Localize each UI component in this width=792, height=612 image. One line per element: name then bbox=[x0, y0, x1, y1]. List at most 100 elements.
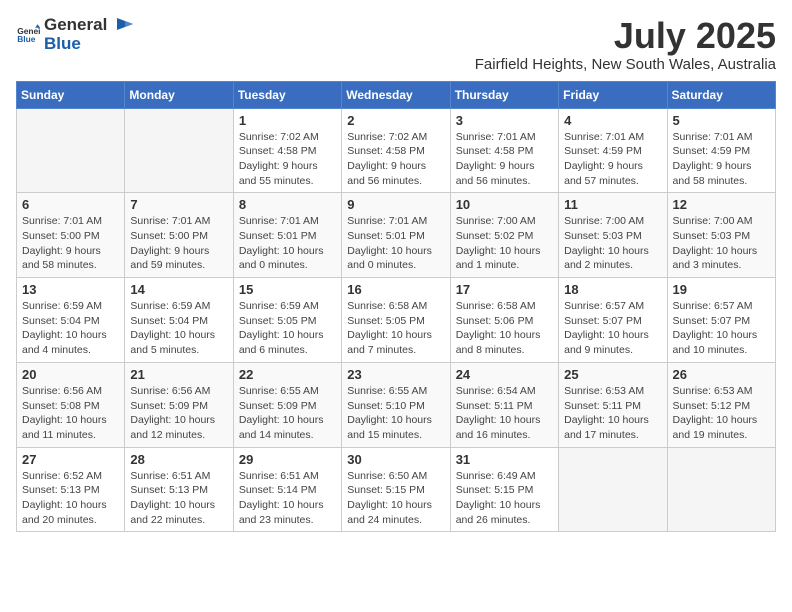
day-info: Sunrise: 6:51 AM Sunset: 5:14 PM Dayligh… bbox=[239, 469, 336, 528]
weekday-header-tuesday: Tuesday bbox=[233, 81, 341, 108]
location-title: Fairfield Heights, New South Wales, Aust… bbox=[475, 56, 776, 73]
day-info: Sunrise: 6:57 AM Sunset: 5:07 PM Dayligh… bbox=[673, 299, 770, 358]
day-number: 28 bbox=[130, 452, 227, 467]
day-number: 29 bbox=[239, 452, 336, 467]
day-info: Sunrise: 6:56 AM Sunset: 5:09 PM Dayligh… bbox=[130, 384, 227, 443]
day-info: Sunrise: 6:58 AM Sunset: 5:05 PM Dayligh… bbox=[347, 299, 444, 358]
day-info: Sunrise: 7:01 AM Sunset: 5:00 PM Dayligh… bbox=[22, 214, 119, 273]
calendar-cell: 27Sunrise: 6:52 AM Sunset: 5:13 PM Dayli… bbox=[17, 447, 125, 532]
weekday-header-row: SundayMondayTuesdayWednesdayThursdayFrid… bbox=[17, 81, 776, 108]
day-info: Sunrise: 7:00 AM Sunset: 5:02 PM Dayligh… bbox=[456, 214, 553, 273]
day-info: Sunrise: 7:01 AM Sunset: 5:00 PM Dayligh… bbox=[130, 214, 227, 273]
calendar-cell: 30Sunrise: 6:50 AM Sunset: 5:15 PM Dayli… bbox=[342, 447, 450, 532]
day-info: Sunrise: 6:57 AM Sunset: 5:07 PM Dayligh… bbox=[564, 299, 661, 358]
day-info: Sunrise: 6:54 AM Sunset: 5:11 PM Dayligh… bbox=[456, 384, 553, 443]
day-number: 24 bbox=[456, 367, 553, 382]
day-number: 9 bbox=[347, 197, 444, 212]
calendar-cell: 5Sunrise: 7:01 AM Sunset: 4:59 PM Daylig… bbox=[667, 108, 775, 193]
page-header: General Blue General Blue July 2025 Fair… bbox=[16, 16, 776, 73]
logo-blue-text: Blue bbox=[44, 35, 107, 54]
calendar-cell: 14Sunrise: 6:59 AM Sunset: 5:04 PM Dayli… bbox=[125, 278, 233, 363]
calendar-cell: 18 Sunrise: 6:57 AM Sunset: 5:07 PM Dayli… bbox=[559, 278, 667, 363]
day-info: Sunrise: 6:59 AM Sunset: 5:05 PM Dayligh… bbox=[239, 299, 336, 358]
day-number: 2 bbox=[347, 113, 444, 128]
day-info: Sunrise: 7:01 AM Sunset: 4:58 PM Dayligh… bbox=[456, 130, 553, 189]
day-number: 10 bbox=[456, 197, 553, 212]
logo: General Blue General Blue bbox=[16, 16, 135, 53]
day-info: Sunrise: 7:00 AM Sunset: 5:03 PM Dayligh… bbox=[564, 214, 661, 273]
flag-icon bbox=[115, 16, 135, 36]
calendar-cell: 26Sunrise: 6:53 AM Sunset: 5:12 PM Dayli… bbox=[667, 362, 775, 447]
logo-general-text: General bbox=[44, 16, 107, 35]
day-number: 13 bbox=[22, 282, 119, 297]
calendar-cell: 15 Sunrise: 6:59 AM Sunset: 5:05 PM Dayli… bbox=[233, 278, 341, 363]
calendar-cell: 10 Sunrise: 7:00 AM Sunset: 5:02 PM Dayli… bbox=[450, 193, 558, 278]
day-info: Sunrise: 7:00 AM Sunset: 5:03 PM Dayligh… bbox=[673, 214, 770, 273]
calendar-cell bbox=[667, 447, 775, 532]
day-number: 6 bbox=[22, 197, 119, 212]
day-number: 22 bbox=[239, 367, 336, 382]
day-number: 18 bbox=[564, 282, 661, 297]
calendar-cell: 11Sunrise: 7:00 AM Sunset: 5:03 PM Dayli… bbox=[559, 193, 667, 278]
day-info: Sunrise: 6:55 AM Sunset: 5:09 PM Dayligh… bbox=[239, 384, 336, 443]
day-number: 3 bbox=[456, 113, 553, 128]
day-number: 1 bbox=[239, 113, 336, 128]
calendar-week-row: 20 Sunrise: 6:56 AM Sunset: 5:08 PM Dayli… bbox=[17, 362, 776, 447]
calendar-cell: 2 Sunrise: 7:02 AM Sunset: 4:58 PM Daylig… bbox=[342, 108, 450, 193]
calendar-cell: 7 Sunrise: 7:01 AM Sunset: 5:00 PM Daylig… bbox=[125, 193, 233, 278]
calendar-week-row: 6 Sunrise: 7:01 AM Sunset: 5:00 PM Daylig… bbox=[17, 193, 776, 278]
day-info: Sunrise: 6:58 AM Sunset: 5:06 PM Dayligh… bbox=[456, 299, 553, 358]
calendar-cell bbox=[125, 108, 233, 193]
day-info: Sunrise: 7:02 AM Sunset: 4:58 PM Dayligh… bbox=[239, 130, 336, 189]
day-number: 14 bbox=[130, 282, 227, 297]
calendar-week-row: 13 Sunrise: 6:59 AM Sunset: 5:04 PM Dayli… bbox=[17, 278, 776, 363]
calendar-cell: 16 Sunrise: 6:58 AM Sunset: 5:05 PM Dayli… bbox=[342, 278, 450, 363]
calendar-cell: 17Sunrise: 6:58 AM Sunset: 5:06 PM Dayli… bbox=[450, 278, 558, 363]
day-info: Sunrise: 6:53 AM Sunset: 5:11 PM Dayligh… bbox=[564, 384, 661, 443]
day-number: 19 bbox=[673, 282, 770, 297]
logo-icon: General Blue bbox=[16, 23, 40, 47]
calendar-cell: 12 Sunrise: 7:00 AM Sunset: 5:03 PM Dayli… bbox=[667, 193, 775, 278]
calendar-cell: 4Sunrise: 7:01 AM Sunset: 4:59 PM Daylig… bbox=[559, 108, 667, 193]
day-number: 27 bbox=[22, 452, 119, 467]
calendar-week-row: 1 Sunrise: 7:02 AM Sunset: 4:58 PM Daylig… bbox=[17, 108, 776, 193]
calendar-table: SundayMondayTuesdayWednesdayThursdayFrid… bbox=[16, 81, 776, 533]
day-number: 15 bbox=[239, 282, 336, 297]
day-number: 8 bbox=[239, 197, 336, 212]
day-number: 16 bbox=[347, 282, 444, 297]
day-number: 12 bbox=[673, 197, 770, 212]
calendar-cell: 31 Sunrise: 6:49 AM Sunset: 5:15 PM Dayli… bbox=[450, 447, 558, 532]
calendar-cell: 28 Sunrise: 6:51 AM Sunset: 5:13 PM Dayli… bbox=[125, 447, 233, 532]
day-number: 30 bbox=[347, 452, 444, 467]
day-info: Sunrise: 6:56 AM Sunset: 5:08 PM Dayligh… bbox=[22, 384, 119, 443]
day-number: 7 bbox=[130, 197, 227, 212]
day-info: Sunrise: 6:51 AM Sunset: 5:13 PM Dayligh… bbox=[130, 469, 227, 528]
calendar-cell: 6 Sunrise: 7:01 AM Sunset: 5:00 PM Daylig… bbox=[17, 193, 125, 278]
calendar-cell: 19 Sunrise: 6:57 AM Sunset: 5:07 PM Dayli… bbox=[667, 278, 775, 363]
day-info: Sunrise: 7:01 AM Sunset: 4:59 PM Dayligh… bbox=[564, 130, 661, 189]
calendar-cell: 23 Sunrise: 6:55 AM Sunset: 5:10 PM Dayli… bbox=[342, 362, 450, 447]
weekday-header-saturday: Saturday bbox=[667, 81, 775, 108]
day-number: 25 bbox=[564, 367, 661, 382]
day-number: 5 bbox=[673, 113, 770, 128]
day-number: 20 bbox=[22, 367, 119, 382]
day-info: Sunrise: 6:59 AM Sunset: 5:04 PM Dayligh… bbox=[22, 299, 119, 358]
calendar-cell: 20 Sunrise: 6:56 AM Sunset: 5:08 PM Dayli… bbox=[17, 362, 125, 447]
calendar-cell: 1 Sunrise: 7:02 AM Sunset: 4:58 PM Daylig… bbox=[233, 108, 341, 193]
calendar-cell: 9 Sunrise: 7:01 AM Sunset: 5:01 PM Daylig… bbox=[342, 193, 450, 278]
calendar-cell: 8Sunrise: 7:01 AM Sunset: 5:01 PM Daylig… bbox=[233, 193, 341, 278]
day-info: Sunrise: 6:53 AM Sunset: 5:12 PM Dayligh… bbox=[673, 384, 770, 443]
weekday-header-thursday: Thursday bbox=[450, 81, 558, 108]
day-info: Sunrise: 6:49 AM Sunset: 5:15 PM Dayligh… bbox=[456, 469, 553, 528]
day-number: 23 bbox=[347, 367, 444, 382]
day-info: Sunrise: 7:01 AM Sunset: 5:01 PM Dayligh… bbox=[347, 214, 444, 273]
calendar-cell: 3 Sunrise: 7:01 AM Sunset: 4:58 PM Daylig… bbox=[450, 108, 558, 193]
day-number: 31 bbox=[456, 452, 553, 467]
day-number: 21 bbox=[130, 367, 227, 382]
day-info: Sunrise: 6:55 AM Sunset: 5:10 PM Dayligh… bbox=[347, 384, 444, 443]
calendar-cell: 22 Sunrise: 6:55 AM Sunset: 5:09 PM Dayli… bbox=[233, 362, 341, 447]
svg-text:Blue: Blue bbox=[17, 34, 36, 44]
day-info: Sunrise: 7:02 AM Sunset: 4:58 PM Dayligh… bbox=[347, 130, 444, 189]
calendar-cell: 29 Sunrise: 6:51 AM Sunset: 5:14 PM Dayli… bbox=[233, 447, 341, 532]
weekday-header-wednesday: Wednesday bbox=[342, 81, 450, 108]
